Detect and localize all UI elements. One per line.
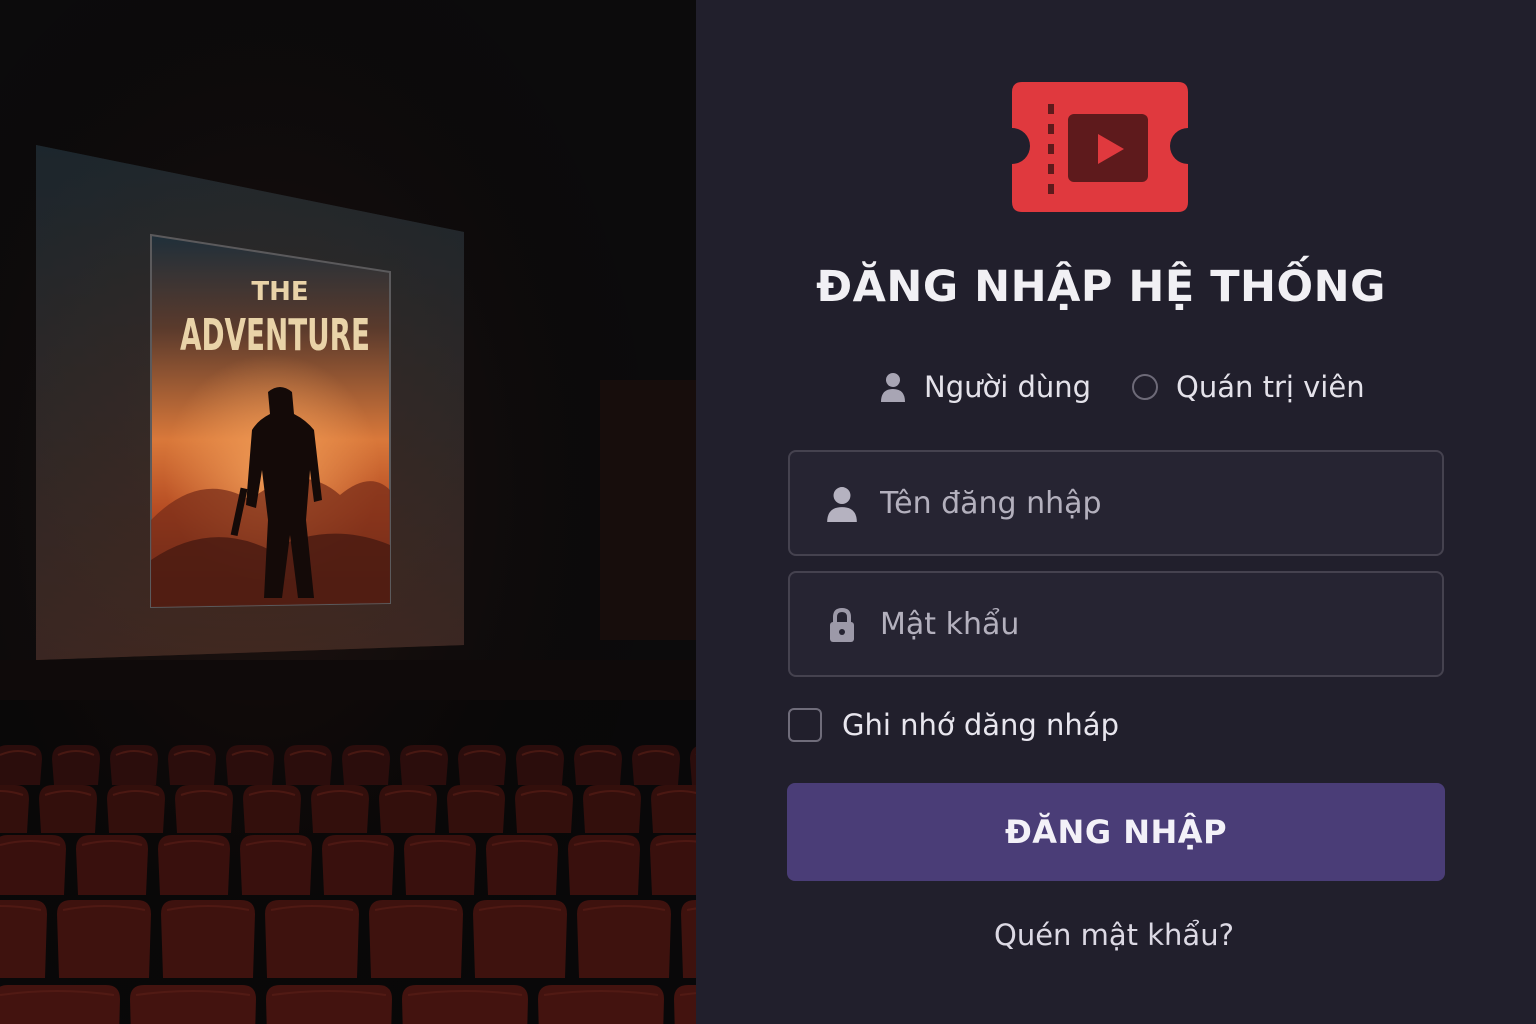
person-icon xyxy=(881,373,905,402)
theater-seats xyxy=(0,700,696,1024)
movie-poster: THE ADVENTURE xyxy=(150,233,392,609)
person-icon xyxy=(827,487,857,522)
remember-checkbox[interactable] xyxy=(788,708,822,742)
role-option-admin[interactable]: Quán trị viên xyxy=(1132,366,1365,408)
forgot-password-label: Quén mật khẩu? xyxy=(994,918,1234,952)
seat-shadow xyxy=(0,700,696,1024)
password-input[interactable] xyxy=(880,573,1420,675)
role-user-label: Người dùng xyxy=(924,370,1092,404)
role-admin-label: Quán trị viên xyxy=(1176,370,1365,404)
lock-icon xyxy=(830,607,854,642)
poster-title-line2: ADVENTURE xyxy=(180,310,370,361)
cinema-illustration: THE ADVENTURE xyxy=(0,0,696,1024)
role-option-user[interactable]: Người dùng xyxy=(880,366,1091,408)
username-input[interactable] xyxy=(880,452,1420,554)
remember-label: Ghi nhớ dăng nháp xyxy=(842,708,1119,742)
ticket-logo-icon xyxy=(1012,82,1188,212)
cinema-scene: THE ADVENTURE xyxy=(0,0,696,1024)
page-title: ĐĂNG NHẬP HỆ THỐNG xyxy=(816,262,1386,312)
login-panel: ĐĂNG NHẬP HỆ THỐNG Người dùng Quán trị v… xyxy=(696,0,1536,1024)
radio-circle-icon[interactable] xyxy=(1132,374,1158,400)
password-field[interactable] xyxy=(788,571,1444,677)
remember-me[interactable]: Ghi nhớ dăng nháp xyxy=(788,706,1119,744)
username-field[interactable] xyxy=(788,450,1444,556)
poster-title-line1: THE xyxy=(251,277,308,307)
forgot-password-link[interactable]: Quén mật khẩu? xyxy=(696,918,1536,952)
login-button[interactable]: ĐĂNG NHẬP xyxy=(787,783,1445,881)
